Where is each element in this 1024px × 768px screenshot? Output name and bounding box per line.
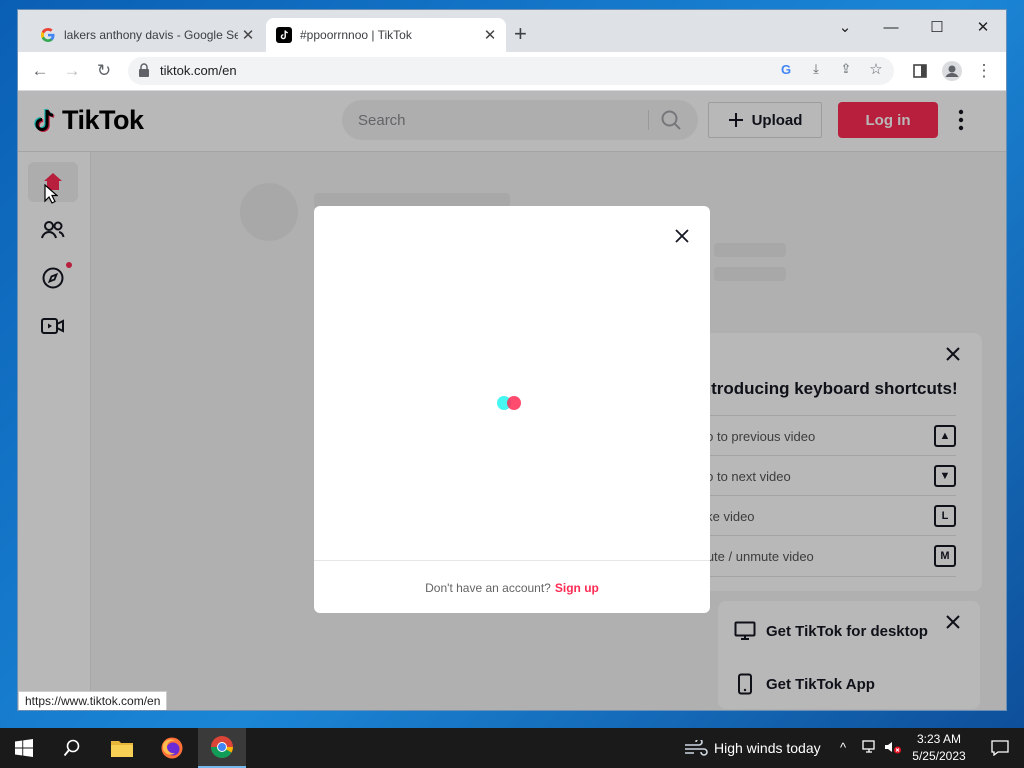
search-icon[interactable] <box>48 728 96 768</box>
close-window-button[interactable]: ✕ <box>960 14 1006 42</box>
system-clock[interactable]: 3:23 AM 5/25/2023 <box>906 731 972 765</box>
bookmark-star-icon[interactable]: ☆ <box>866 59 886 79</box>
lock-icon <box>138 63 150 82</box>
wind-icon <box>685 740 708 756</box>
status-bar-url: https://www.tiktok.com/en <box>18 691 168 710</box>
forward-arrow-icon[interactable]: → <box>60 59 84 83</box>
login-modal: Don't have an account? Sign up <box>314 206 710 613</box>
side-panel-icon[interactable] <box>908 59 932 83</box>
tab-tiktok[interactable]: #ppoorrnnoo | TikTok ✕ <box>266 18 506 52</box>
profile-avatar-icon[interactable] <box>940 59 964 83</box>
file-explorer-icon[interactable] <box>98 728 146 768</box>
firefox-icon[interactable] <box>148 728 196 768</box>
windows-logo-icon <box>15 739 33 757</box>
notifications-icon[interactable] <box>976 728 1024 768</box>
tab-title: lakers anthony davis - Google Se <box>64 28 238 42</box>
weather-text: High winds today <box>714 740 821 756</box>
tab-search-chevron-icon[interactable]: ⌄ <box>822 14 868 42</box>
clock-date: 5/25/2023 <box>912 749 966 763</box>
show-hidden-icons-chevron-icon[interactable]: ^ <box>840 740 846 755</box>
clock-time: 3:23 AM <box>916 732 962 746</box>
share-icon[interactable]: ⇪ <box>836 59 856 79</box>
signup-link[interactable]: Sign up <box>555 581 599 595</box>
google-g-icon <box>40 27 56 43</box>
network-icon[interactable] <box>862 740 878 757</box>
close-tab-icon[interactable]: ✕ <box>238 26 258 44</box>
start-button[interactable] <box>0 728 48 768</box>
volume-muted-icon[interactable] <box>884 740 902 757</box>
tab-title: #ppoorrnnoo | TikTok <box>300 28 412 42</box>
chrome-taskbar-icon[interactable] <box>198 728 246 768</box>
tiktok-page: TikTok Search Upload Log in Introducing … <box>18 91 1006 710</box>
chrome-window: lakers anthony davis - Google Se ✕ #ppoo… <box>18 10 1006 710</box>
new-tab-button[interactable]: + <box>514 23 527 45</box>
install-app-icon[interactable]: ⤓ <box>806 59 826 79</box>
weather-widget[interactable]: High winds today <box>684 740 821 756</box>
maximize-button[interactable]: ☐ <box>914 14 960 42</box>
tiktok-icon <box>276 27 292 43</box>
no-account-text: Don't have an account? <box>425 581 551 595</box>
loading-spinner <box>497 396 527 410</box>
url-text: tiktok.com/en <box>160 63 237 78</box>
spinner-dot-red <box>507 396 521 410</box>
modal-footer: Don't have an account? Sign up <box>314 560 710 614</box>
close-icon[interactable] <box>674 228 690 249</box>
browser-toolbar: ← → ↻ tiktok.com/en G ⤓ ⇪ ☆ ⋮ <box>18 52 1006 91</box>
tab-google-search[interactable]: lakers anthony davis - Google Se ✕ <box>30 18 264 52</box>
windows-taskbar: High winds today ^ 3:23 AM 5/25/2023 <box>0 728 1024 768</box>
mouse-cursor-icon <box>44 183 59 209</box>
google-lens-icon[interactable]: G <box>776 59 796 79</box>
reload-icon[interactable]: ↻ <box>92 59 116 83</box>
close-tab-icon[interactable]: ✕ <box>480 26 500 44</box>
chrome-menu-icon[interactable]: ⋮ <box>972 59 996 83</box>
back-arrow-icon[interactable]: ← <box>28 59 52 83</box>
address-bar[interactable]: tiktok.com/en G ⤓ ⇪ ☆ <box>128 57 894 85</box>
tab-strip: lakers anthony davis - Google Se ✕ #ppoo… <box>18 10 1006 52</box>
signup-prompt: Don't have an account? Sign up <box>314 581 710 595</box>
minimize-button[interactable]: — <box>868 14 914 42</box>
